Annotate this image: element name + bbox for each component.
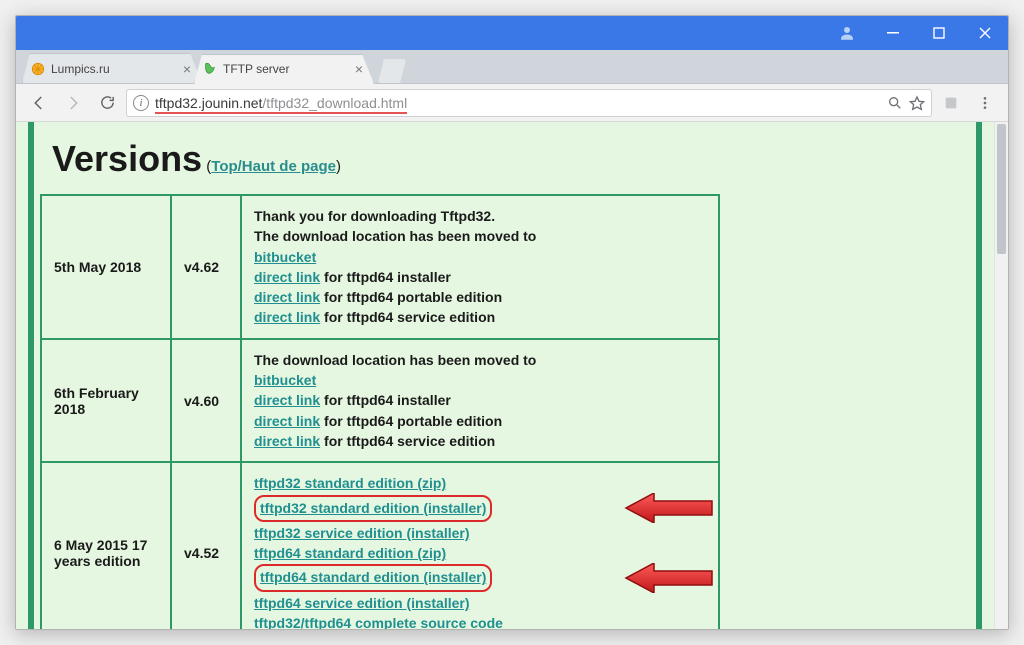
link-suffix: for tftpd64 portable edition [320, 413, 502, 429]
cell-downloads: tftpd32 standard edition (zip) tftpd32 s… [241, 462, 719, 629]
scrollbar-thumb[interactable] [997, 124, 1006, 254]
download-link[interactable]: direct link [254, 289, 320, 305]
download-link[interactable]: tftpd32/tftpd64 complete source code [254, 615, 503, 629]
download-link[interactable]: tftpd64 service edition (installer) [254, 595, 470, 611]
annotation-arrow-icon [624, 493, 714, 523]
intro-text: The download location has been moved to [254, 226, 706, 246]
cell-downloads: The download location has been moved to … [241, 339, 719, 462]
cell-version: v4.52 [171, 462, 241, 629]
window-minimize-button[interactable] [870, 16, 916, 50]
tab-close-icon[interactable]: × [355, 61, 363, 77]
download-link[interactable]: direct link [254, 269, 320, 285]
table-row: 6th February 2018 v4.60 The download loc… [41, 339, 719, 462]
page-content-area: Versions (Top/Haut de page) 5th May 2018… [16, 122, 994, 629]
intro-text: Thank you for downloading Tftpd32. [254, 206, 706, 226]
versions-table: 5th May 2018 v4.62 Thank you for downloa… [40, 194, 720, 629]
table-row: 6 May 2015 17 years edition v4.52 tftpd3… [41, 462, 719, 629]
url-path: /tftpd32_download.html [262, 95, 407, 114]
link-suffix: for tftpd64 portable edition [320, 289, 502, 305]
link-suffix: for tftpd64 installer [320, 269, 451, 285]
download-link[interactable]: direct link [254, 413, 320, 429]
download-link[interactable]: tftpd32 standard edition (installer) [260, 500, 486, 516]
favicon-icon [31, 62, 45, 76]
link-suffix: for tftpd64 installer [320, 392, 451, 408]
tab-lumpics[interactable]: Lumpics.ru × [22, 53, 202, 83]
nav-forward-button[interactable] [58, 88, 88, 118]
bookmark-star-icon[interactable] [909, 95, 925, 111]
top-of-page-link[interactable]: Top/Haut de page [211, 158, 336, 175]
cell-version: v4.62 [171, 195, 241, 339]
intro-text: The download location has been moved to [254, 350, 706, 370]
annotation-highlight-box: tftpd64 standard edition (installer) [254, 564, 492, 591]
zoom-icon[interactable] [887, 95, 903, 111]
window-maximize-button[interactable] [916, 16, 962, 50]
annotation-arrow-icon [624, 563, 714, 593]
url-host: tftpd32.jounin.net [155, 95, 262, 114]
tab-strip: Lumpics.ru × TFTP server × [16, 50, 1008, 84]
profile-avatar-button[interactable] [824, 16, 870, 50]
tab-title: TFTP server [223, 62, 349, 76]
browser-toolbar: i tftpd32.jounin.net/tftpd32_download.ht… [16, 84, 1008, 122]
download-link[interactable]: direct link [254, 309, 320, 325]
download-link[interactable]: bitbucket [254, 249, 316, 265]
extensions-button[interactable] [936, 88, 966, 118]
cell-version: v4.60 [171, 339, 241, 462]
page-viewport: Versions (Top/Haut de page) 5th May 2018… [16, 122, 1008, 629]
site-info-icon[interactable]: i [133, 95, 149, 111]
address-bar[interactable]: i tftpd32.jounin.net/tftpd32_download.ht… [126, 89, 932, 117]
browser-window: Lumpics.ru × TFTP server × i tftpd32.jou… [15, 15, 1009, 630]
download-link[interactable]: tftpd32 service edition (installer) [254, 525, 470, 541]
window-titlebar [16, 16, 1008, 50]
cell-date: 6 May 2015 17 years edition [41, 462, 171, 629]
download-link[interactable]: direct link [254, 433, 320, 449]
table-row: 5th May 2018 v4.62 Thank you for downloa… [41, 195, 719, 339]
favicon-icon [203, 62, 217, 76]
nav-reload-button[interactable] [92, 88, 122, 118]
link-suffix: for tftpd64 service edition [320, 433, 495, 449]
download-link[interactable]: tftpd64 standard edition (installer) [260, 569, 486, 585]
page-heading: Versions [52, 138, 202, 179]
nav-back-button[interactable] [24, 88, 54, 118]
vertical-scrollbar[interactable] [994, 122, 1008, 629]
link-suffix: for tftpd64 service edition [320, 309, 495, 325]
download-link[interactable]: tftpd64 standard edition (zip) [254, 545, 446, 561]
tab-tftp-server[interactable]: TFTP server × [194, 54, 374, 84]
browser-menu-button[interactable] [970, 88, 1000, 118]
download-link[interactable]: direct link [254, 392, 320, 408]
tab-title: Lumpics.ru [51, 62, 177, 76]
cell-downloads: Thank you for downloading Tftpd32. The d… [241, 195, 719, 339]
cell-date: 6th February 2018 [41, 339, 171, 462]
cell-date: 5th May 2018 [41, 195, 171, 339]
annotation-highlight-box: tftpd32 standard edition (installer) [254, 495, 492, 522]
download-link[interactable]: bitbucket [254, 372, 316, 388]
new-tab-button[interactable] [378, 59, 406, 83]
window-close-button[interactable] [962, 16, 1008, 50]
download-link[interactable]: tftpd32 standard edition (zip) [254, 475, 446, 491]
tab-close-icon[interactable]: × [183, 61, 191, 77]
